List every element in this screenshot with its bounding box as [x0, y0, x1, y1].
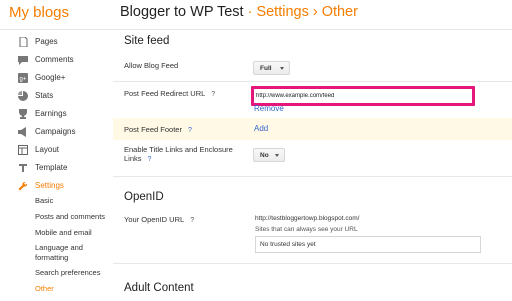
help-icon[interactable]: ? — [211, 91, 215, 98]
post-feed-footer-text: Post Feed Footer — [124, 125, 182, 134]
allow-blog-feed-label: Allow Blog Feed — [124, 61, 179, 70]
sidebar-item-pages[interactable]: Pages — [0, 33, 112, 51]
breadcrumb-blog-name[interactable]: Blogger to WP Test — [120, 4, 244, 20]
post-feed-redirect-label: Post Feed Redirect URL? — [124, 89, 215, 100]
sidebar-item-campaigns[interactable]: Campaigns — [0, 123, 112, 141]
post-feed-redirect-text: Post Feed Redirect URL — [124, 89, 206, 98]
layout-icon — [18, 145, 28, 155]
top-header: My blogs Blogger to WP Test · Settings › Oth… — [0, 0, 512, 30]
sidebar-item-label: Settings — [35, 181, 64, 190]
page-icon — [18, 37, 28, 47]
enclosure-label-text: Enable Title Links and Enclosure — [124, 145, 233, 154]
breadcrumb-current: Other — [321, 4, 358, 20]
template-icon — [18, 163, 28, 173]
wrench-icon — [18, 181, 28, 191]
section-title-site-feed: Site feed — [124, 35, 170, 47]
earnings-icon — [18, 109, 28, 119]
openid-url-value: http://testbloggertowp.blogspot.com/ — [255, 215, 360, 222]
remove-link[interactable]: Remove — [254, 104, 284, 113]
sidebar-subitem-language[interactable]: Language and — [35, 243, 83, 253]
enclosure-links-select[interactable]: No — [253, 148, 285, 162]
sidebar-item-comments[interactable]: Comments — [0, 51, 112, 69]
breadcrumb-settings[interactable]: Settings — [256, 4, 308, 20]
sidebar-subitem-basic[interactable]: Basic — [35, 196, 53, 206]
allow-blog-feed-value: Full — [260, 64, 272, 72]
help-icon[interactable]: ? — [148, 156, 152, 163]
sidebar-item-label: Layout — [35, 145, 60, 154]
sidebar-item-google-plus[interactable]: g+ Google+ — [0, 69, 112, 87]
sidebar-item-label: Template — [35, 163, 68, 172]
settings-main: Site feed Allow Blog Feed Full Post Feed… — [113, 31, 512, 301]
divider — [113, 263, 512, 264]
sidebar-item-label: Google+ — [35, 73, 66, 82]
sidebar-subitem-other[interactable]: Other — [35, 284, 54, 294]
divider — [113, 176, 512, 177]
breadcrumb: Blogger to WP Test · Settings › Other — [120, 4, 358, 20]
comment-icon — [18, 55, 28, 65]
trusted-sites-caption: Sites that can always see your URL — [255, 226, 358, 233]
sidebar-subitem-search-preferences[interactable]: Search preferences — [35, 268, 100, 278]
post-feed-footer-label: Post Feed Footer? — [124, 125, 192, 136]
stats-icon — [18, 91, 28, 101]
breadcrumb-arrow: › — [312, 4, 318, 20]
divider — [113, 81, 512, 82]
redirect-url-input[interactable] — [256, 91, 470, 101]
sidebar-item-label: Earnings — [35, 109, 67, 118]
sidebar: Pages Comments g+ Google+ Stats Earnings… — [0, 31, 112, 301]
openid-url-label-text: Your OpenID URL — [124, 215, 185, 224]
chevron-down-icon — [275, 154, 279, 157]
svg-text:g+: g+ — [20, 77, 27, 83]
sidebar-item-label: Campaigns — [35, 127, 76, 136]
breadcrumb-separator: · — [247, 4, 253, 20]
sidebar-item-label: Stats — [35, 91, 54, 100]
chevron-down-icon — [280, 67, 284, 70]
enclosure-links-value: No — [260, 151, 269, 159]
footer-add-link[interactable]: Add — [254, 124, 268, 133]
sidebar-item-template[interactable]: Template — [0, 159, 112, 177]
help-icon[interactable]: ? — [188, 127, 192, 134]
sidebar-item-layout[interactable]: Layout — [0, 141, 112, 159]
enclosure-label-line-2: Links? — [124, 154, 151, 165]
sidebar-item-stats[interactable]: Stats — [0, 87, 112, 105]
trusted-sites-empty: No trusted sites yet — [260, 241, 316, 248]
openid-url-label: Your OpenID URL? — [124, 215, 194, 226]
enclosure-label-text-2: Links — [124, 154, 142, 163]
sidebar-subitem-posts-comments[interactable]: Posts and comments — [35, 212, 105, 222]
campaigns-icon — [18, 127, 28, 137]
sidebar-item-settings[interactable]: Settings — [0, 177, 112, 195]
section-title-openid: OpenID — [124, 191, 164, 203]
sidebar-subitem-mobile-email[interactable]: Mobile and email — [35, 228, 92, 238]
allow-blog-feed-select[interactable]: Full — [253, 61, 290, 75]
help-icon[interactable]: ? — [190, 217, 194, 224]
sidebar-item-label: Pages — [35, 37, 58, 46]
section-title-adult-content: Adult Content — [124, 282, 194, 294]
my-blogs-link[interactable]: My blogs — [9, 4, 69, 21]
redirect-url-highlight — [251, 86, 475, 106]
sidebar-subitem-formatting[interactable]: formatting — [35, 253, 68, 263]
sidebar-item-label: Comments — [35, 55, 74, 64]
sidebar-item-earnings[interactable]: Earnings — [0, 105, 112, 123]
google-plus-icon: g+ — [18, 73, 28, 83]
trusted-sites-list: No trusted sites yet — [255, 236, 481, 253]
